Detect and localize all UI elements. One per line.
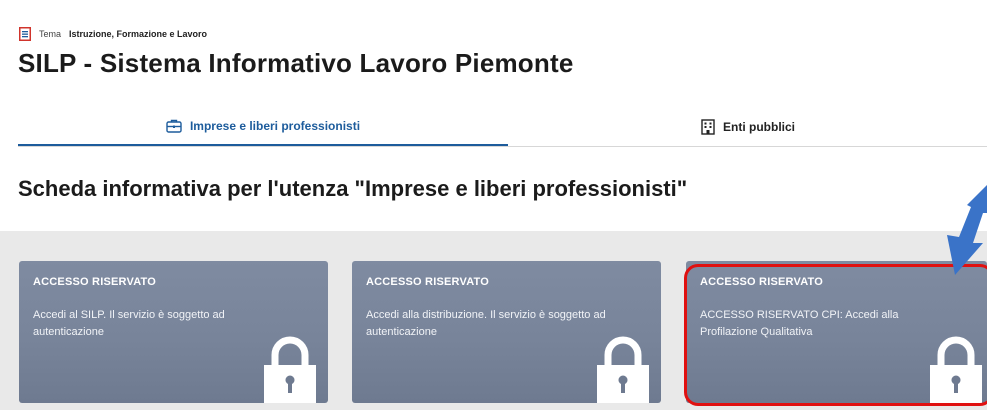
card-description: Accedi alla distribuzione. Il servizio è… [366,309,606,338]
lock-icon [930,336,982,403]
lock-icon [264,336,316,403]
building-icon [701,118,715,135]
tema-row: Tema Istruzione, Formazione e Lavoro [19,27,207,41]
section-title: Scheda informativa per l'utenza "Imprese… [18,176,688,201]
card-title: ACCESSO RISERVATO [33,276,156,288]
card-title: ACCESSO RISERVATO [366,276,489,288]
tema-value[interactable]: Istruzione, Formazione e Lavoro [69,29,207,39]
cards-area: ACCESSO RISERVATO Accedi al SILP. Il ser… [0,231,987,410]
tab-bar: Imprese e liberi professionisti Enti pub… [18,108,987,147]
briefcase-icon [166,119,182,133]
tab-enti-pubblici[interactable]: Enti pubblici [618,108,878,145]
card-accesso-silp[interactable]: ACCESSO RISERVATO Accedi al SILP. Il ser… [19,261,328,403]
card-description: ACCESSO RISERVATO CPI: Accedi alla Profi… [700,309,899,338]
tab-imprese[interactable]: Imprese e liberi professionisti [18,108,508,146]
tema-label: Tema [39,29,62,39]
card-accesso-cpi[interactable]: ACCESSO RISERVATO ACCESSO RISERVATO CPI:… [686,261,987,403]
pointer-arrow-icon [947,185,987,275]
page-title: SILP - Sistema Informativo Lavoro Piemon… [18,48,574,78]
document-icon [19,27,31,41]
card-title: ACCESSO RISERVATO [700,276,823,288]
card-description: Accedi al SILP. Il servizio è soggetto a… [33,309,225,338]
tab-enti-label: Enti pubblici [723,119,795,134]
lock-icon [597,336,649,403]
tab-imprese-label: Imprese e liberi professionisti [189,119,361,133]
card-accesso-distribuzione[interactable]: ACCESSO RISERVATO Accedi alla distribuzi… [352,261,661,403]
